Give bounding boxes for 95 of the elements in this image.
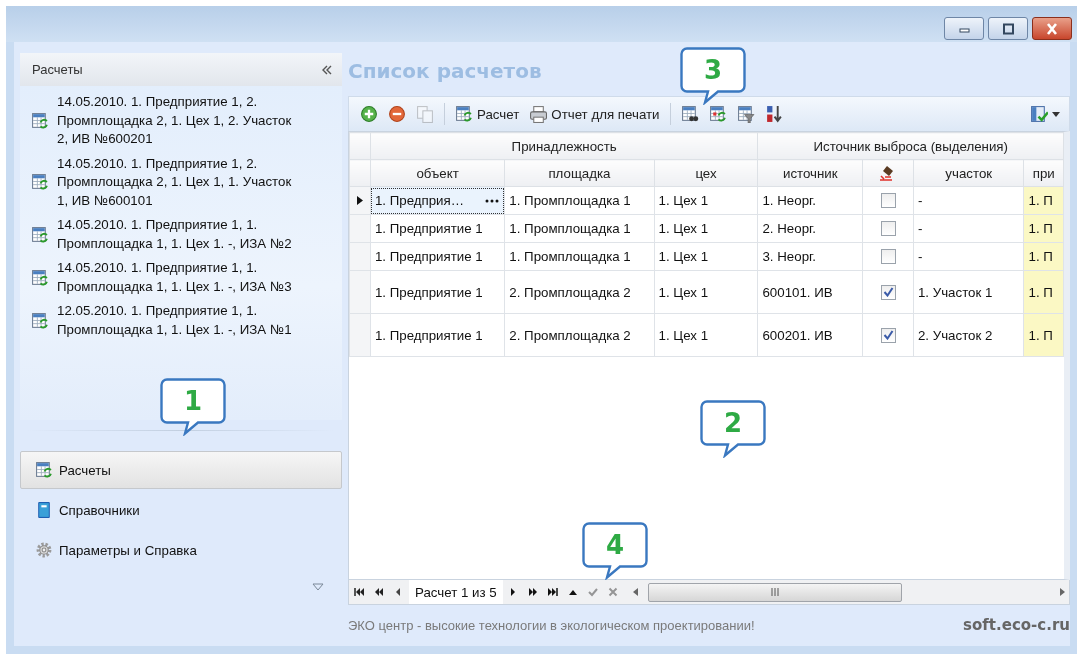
remove-icon	[388, 105, 406, 123]
table-cell: 2. Промплощадка 2	[504, 270, 655, 314]
calculation-icon	[455, 105, 473, 123]
expand-icon[interactable]	[312, 583, 324, 591]
table-cell: 2. Промплощадка 2	[504, 313, 655, 357]
calculation-list-item[interactable]: 12.05.2010. 1. Предприятие 1, 1. Промплощадка 1, 1. Цех 1. -, ИЗА №1	[57, 302, 293, 339]
checkmark-icon	[882, 330, 894, 340]
cancel-icon	[607, 587, 618, 597]
calc-button[interactable]: Расчет	[452, 101, 523, 127]
table-cell: -	[913, 214, 1024, 243]
calculation-list-item[interactable]: 14.05.2010. 1. Предприятие 1, 1. Промплощадка 1, 1. Цех 1. -, ИЗА №2	[57, 216, 293, 253]
navigation-button[interactable]: Расчеты	[20, 451, 342, 489]
binoculars-icon	[680, 105, 699, 123]
last-record-icon	[547, 587, 558, 597]
table-cell: 1. Участок 1	[913, 270, 1024, 314]
ellipsis-button[interactable]	[484, 197, 501, 204]
scroll-left-icon[interactable]	[632, 588, 638, 596]
column-header[interactable]: источник	[757, 159, 863, 187]
copy-icon	[416, 105, 434, 123]
previous-page-icon	[374, 587, 384, 597]
scroll-right-icon[interactable]	[1060, 588, 1065, 596]
table-cell: -	[913, 242, 1024, 271]
table-cell: 1. Цех 1	[654, 313, 758, 357]
table-cell: 1. Предприятие 1	[370, 313, 505, 357]
group-header: Принадлежность	[370, 132, 758, 160]
calculation-icon	[35, 461, 53, 479]
panel-header: Расчеты	[32, 62, 83, 77]
checkbox[interactable]	[880, 193, 896, 208]
layout-icon	[1030, 105, 1048, 123]
printer-icon	[529, 105, 548, 123]
calculation-icon	[31, 268, 49, 287]
gear-icon	[35, 541, 53, 559]
sort-icon	[764, 105, 783, 123]
table-cell: 1. Неорг.	[757, 186, 863, 215]
table-cell: 600201. ИВ	[757, 313, 863, 357]
column-header[interactable]: участок	[913, 159, 1024, 187]
table-cell: 1. П	[1024, 313, 1064, 357]
calculation-list-item[interactable]: 14.05.2010. 1. Предприятие 1, 2. Промплощадка 2, 1. Цех 1, 2. Участок 2, ИВ №600201	[57, 93, 293, 149]
print-button[interactable]: Отчет для печати	[526, 101, 663, 127]
table-cell: 1. Цех 1	[654, 242, 758, 271]
table-cell: 1. Промплощадка 1	[504, 242, 655, 271]
footer-slogan: ЭКО центр - высокие технологии в экологическом проектировании!	[348, 617, 755, 633]
book-icon	[35, 501, 53, 519]
column-header[interactable]: площадка	[504, 159, 655, 187]
table-cell: 1. Цех 1	[654, 186, 758, 215]
table-cell: 2. Неорг.	[757, 214, 863, 243]
checkbox[interactable]	[880, 327, 896, 343]
website-link[interactable]: soft.eco-c.ru	[963, 616, 1070, 634]
table-cell: 1. П	[1024, 270, 1064, 314]
maximize-button[interactable]	[988, 17, 1028, 40]
table-cell: 3. Неорг.	[757, 242, 863, 271]
page-title: Список расчетов	[348, 59, 542, 83]
calculation-icon	[31, 173, 49, 192]
table-cell: 1. Предприятие 1	[370, 242, 505, 271]
table-cell: 1. Предприятие 1	[370, 270, 505, 314]
add-icon	[360, 105, 378, 123]
close-icon	[1045, 22, 1059, 35]
table-cell: 1. Предприятие 1	[370, 214, 505, 243]
check-icon	[587, 587, 598, 597]
grip-icon	[770, 588, 779, 596]
table-cell: 2. Участок 2	[913, 313, 1024, 357]
caret-icon	[1052, 111, 1060, 117]
callout-marker: 3	[680, 47, 746, 105]
callout-marker: 2	[700, 400, 766, 458]
maximize-icon	[1001, 22, 1015, 35]
column-header[interactable]: цех	[654, 159, 758, 187]
next-page-icon	[527, 587, 538, 597]
checkbox[interactable]	[880, 284, 896, 300]
table-cell: -	[913, 186, 1024, 215]
callout-marker: 4	[582, 522, 648, 580]
callout-marker: 1	[160, 378, 226, 436]
calculation-icon	[31, 225, 49, 244]
calculation-icon	[31, 311, 49, 330]
first-record-icon	[354, 587, 364, 597]
table-cell: 1. Промплощадка 1	[504, 186, 655, 215]
checkbox[interactable]	[880, 221, 896, 236]
navigation-button[interactable]: Параметры и Справка	[20, 531, 342, 569]
table-cell: 1. Цех 1	[654, 270, 758, 314]
close-button[interactable]	[1032, 17, 1072, 40]
checkmark-icon	[882, 287, 894, 297]
row-indicator-icon	[356, 196, 363, 205]
collapse-icon[interactable]	[322, 64, 332, 75]
navigation-button[interactable]: Справочники	[20, 491, 342, 529]
table-cell: 1. Цех 1	[654, 214, 758, 243]
record-counter: Расчет 1 из 5	[409, 580, 503, 604]
table-cell: 1. Промплощадка 1	[504, 214, 655, 243]
column-header[interactable]: объект	[370, 159, 505, 187]
calculation-icon	[31, 111, 49, 130]
group-header: Источник выброса (выделения)	[757, 132, 1064, 160]
refresh-icon	[708, 105, 727, 123]
calculation-list-item[interactable]: 14.05.2010. 1. Предприятие 1, 2. Промплощадка 2, 1. Цех 1, 1. Участок 1, ИВ №600101	[57, 154, 293, 210]
checkbox[interactable]	[880, 249, 896, 264]
calculation-list-item[interactable]: 14.05.2010. 1. Предприятие 1, 1. Промплощадка 1, 1. Цех 1. -, ИЗА №3	[57, 259, 293, 296]
table-cell: 600101. ИВ	[757, 270, 863, 314]
filter-icon	[736, 105, 755, 123]
